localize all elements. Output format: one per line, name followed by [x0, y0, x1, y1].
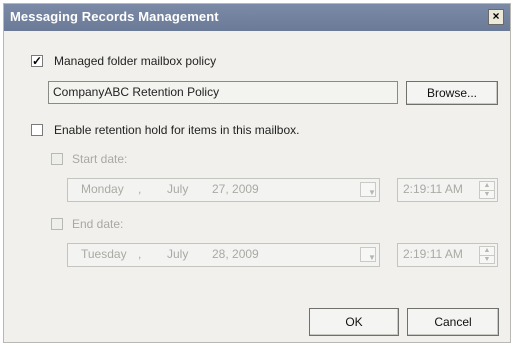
policy-field[interactable]: CompanyABC Retention Policy	[48, 81, 398, 104]
start-time-field[interactable]: 2:19:11 AM ▲ ▼	[397, 178, 498, 202]
end-date-label: End date:	[72, 217, 124, 231]
start-weekday: Monday	[81, 182, 124, 196]
spin-down-icon[interactable]: ▼	[480, 191, 494, 199]
end-date-checkbox[interactable]	[51, 218, 63, 230]
close-button[interactable]: ×	[488, 9, 504, 25]
window-title: Messaging Records Management	[10, 9, 219, 24]
spin-up-icon[interactable]: ▲	[480, 182, 494, 191]
spin-up-icon[interactable]: ▲	[480, 247, 494, 256]
start-time-spinner[interactable]: ▲ ▼	[479, 181, 495, 199]
end-month: July	[167, 247, 189, 261]
end-time-spinner[interactable]: ▲ ▼	[479, 246, 495, 264]
end-comma: ,	[138, 247, 142, 261]
end-date-dropdown-button[interactable]: ▼	[360, 247, 376, 262]
end-date-picker[interactable]: Tuesday , July 28, 2009 ▼	[67, 243, 380, 267]
end-day-year: 28, 2009	[212, 247, 259, 261]
chevron-down-icon: ▼	[368, 253, 376, 262]
start-time: 2:19:11 AM	[403, 182, 463, 196]
dialog-window: Messaging Records Management × ✓ Managed…	[3, 3, 511, 343]
policy-label: Managed folder mailbox policy	[54, 54, 217, 68]
start-day-year: 27, 2009	[212, 182, 259, 196]
browse-button[interactable]: Browse...	[406, 81, 498, 105]
start-date-checkbox[interactable]	[51, 153, 63, 165]
start-comma: ,	[138, 182, 142, 196]
start-date-label: Start date:	[72, 152, 128, 166]
retention-hold-label: Enable retention hold for items in this …	[54, 123, 300, 137]
checkmark-icon: ✓	[32, 54, 43, 68]
start-month: July	[167, 182, 189, 196]
start-date-picker[interactable]: Monday , July 27, 2009 ▼	[67, 178, 380, 202]
close-icon: ×	[492, 9, 500, 23]
end-time: 2:19:11 AM	[403, 247, 463, 261]
start-date-dropdown-button[interactable]: ▼	[360, 182, 376, 197]
policy-checkbox[interactable]: ✓	[31, 55, 43, 67]
end-time-field[interactable]: 2:19:11 AM ▲ ▼	[397, 243, 498, 267]
title-bar: Messaging Records Management ×	[4, 4, 510, 31]
end-weekday: Tuesday	[81, 247, 127, 261]
cancel-button[interactable]: Cancel	[407, 308, 499, 336]
ok-button[interactable]: OK	[309, 308, 399, 336]
retention-hold-checkbox[interactable]	[31, 124, 43, 136]
spin-down-icon[interactable]: ▼	[480, 256, 494, 264]
chevron-down-icon: ▼	[368, 188, 376, 197]
